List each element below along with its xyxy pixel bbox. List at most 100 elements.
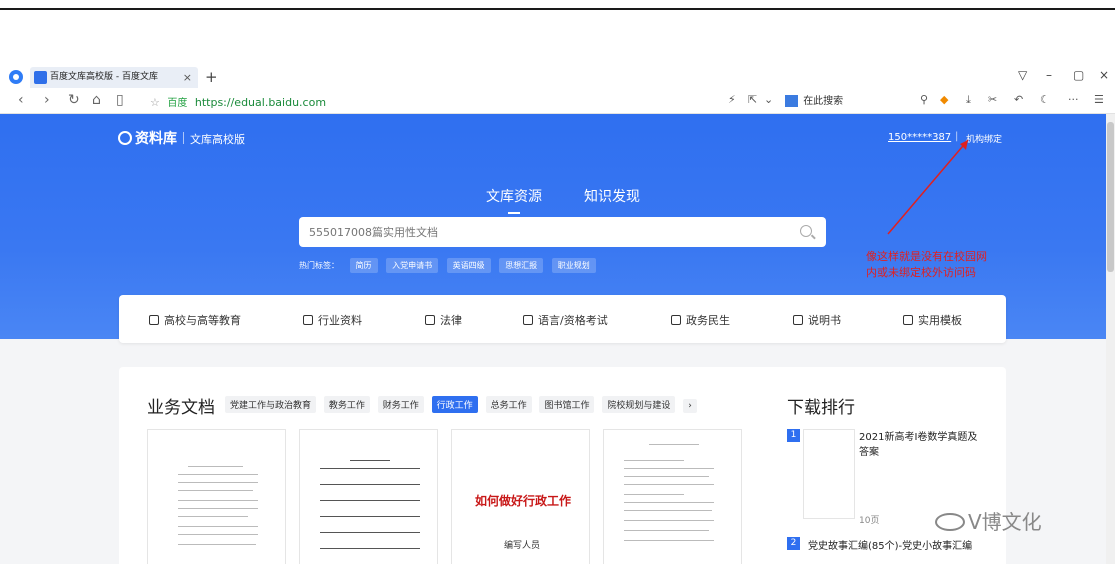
- hot-tag-party-application[interactable]: 入党申请书: [386, 258, 439, 273]
- wechat-icon: [935, 513, 965, 531]
- business-doc-tabs: 党建工作与政治教育 教务工作 财务工作 行政工作 总务工作 图书馆工作 院校规划…: [225, 396, 702, 413]
- hot-tag-career-plan[interactable]: 职业规划: [551, 258, 596, 273]
- industry-icon: [303, 315, 313, 325]
- doc-thumbnail[interactable]: 如何做好行政工作 编写人员: [451, 429, 590, 564]
- share-icon[interactable]: ⇱: [748, 93, 757, 106]
- site-label: 百度: [167, 98, 188, 109]
- education-icon: [149, 315, 159, 325]
- browser-search-box[interactable]: 在此搜索: [785, 92, 843, 107]
- doc-tab-finance[interactable]: 财务工作: [377, 396, 424, 413]
- refresh-icon[interactable]: ↻: [68, 92, 80, 108]
- hot-tags-label: 热门标签：: [299, 261, 339, 270]
- rank-badge: 2: [787, 537, 800, 550]
- watermark-text: V博文化: [968, 510, 1042, 534]
- search-input[interactable]: [299, 217, 779, 247]
- top-border-line: [0, 8, 1115, 10]
- tab-list-icon[interactable]: ▽: [1018, 68, 1027, 82]
- forward-icon[interactable]: ›: [44, 92, 50, 108]
- night-mode-icon[interactable]: ☾: [1040, 93, 1050, 106]
- search-icon[interactable]: ⚲: [920, 93, 928, 106]
- more-icon[interactable]: ···: [1068, 93, 1079, 106]
- scrollbar-thumb[interactable]: [1107, 122, 1114, 272]
- category-label: 实用模板: [918, 314, 962, 327]
- doc-tab-planning[interactable]: 院校规划与建设: [602, 396, 676, 413]
- scrollbar[interactable]: [1106, 114, 1115, 564]
- annotation-arrow: [887, 139, 969, 235]
- search-engine-icon: [785, 95, 798, 107]
- back-icon[interactable]: ‹: [18, 92, 24, 108]
- home-icon[interactable]: ⌂: [92, 92, 101, 108]
- logo-icon: [118, 131, 132, 145]
- government-icon: [671, 315, 681, 325]
- rank-badge: 1: [787, 429, 800, 442]
- category-higher-education[interactable]: 高校与高等教育: [149, 312, 241, 328]
- doc-thumbnail[interactable]: [147, 429, 286, 564]
- business-docs-title: 业务文档: [147, 398, 215, 418]
- watermark: V博文化: [935, 506, 1042, 535]
- doc-thumbnail[interactable]: [299, 429, 438, 564]
- screenshot-icon[interactable]: ✂: [988, 93, 997, 106]
- category-law[interactable]: 法律: [425, 312, 462, 328]
- bookmark-star-icon[interactable]: ☆: [150, 96, 160, 109]
- category-label: 高校与高等教育: [164, 314, 241, 327]
- tab-close-icon[interactable]: ×: [183, 67, 192, 88]
- url-field[interactable]: ☆ 百度 https://edual.baidu.com: [150, 94, 326, 109]
- rank-item-title[interactable]: 2021新高考Ⅰ卷数学真题及答案: [859, 430, 979, 460]
- menu-icon[interactable]: ☰: [1094, 93, 1104, 106]
- browser-tab-strip: 百度文库高校版 - 百度文库 × + ▽ – ▢ ×: [0, 66, 1115, 88]
- annotation-line-2: 内或未绑定校外访问码: [866, 266, 976, 279]
- logo-subtitle: 文库高校版: [190, 133, 245, 146]
- dropdown-icon[interactable]: ⌄: [764, 93, 773, 106]
- logo-divider: [183, 132, 184, 144]
- close-window-button[interactable]: ×: [1099, 68, 1109, 82]
- search-icon[interactable]: [800, 225, 812, 237]
- browser-tab[interactable]: 百度文库高校版 - 百度文库 ×: [30, 67, 198, 88]
- doc-tabs-next-button[interactable]: ›: [683, 399, 697, 413]
- category-bar: 高校与高等教育 行业资料 法律 语言/资格考试 政务民生 说明书 实用模板: [119, 295, 1006, 343]
- download-icon[interactable]: ⤓: [966, 93, 971, 107]
- rank-item-pages: 10页: [859, 516, 880, 526]
- maximize-button[interactable]: ▢: [1073, 68, 1084, 82]
- lightning-icon[interactable]: ⚡: [728, 93, 736, 106]
- exam-icon: [523, 315, 533, 325]
- category-industry[interactable]: 行业资料: [303, 312, 362, 328]
- doc-red-title: 如何做好行政工作: [475, 494, 572, 508]
- doc-tab-library[interactable]: 图书馆工作: [539, 396, 595, 413]
- undo-icon[interactable]: ↶: [1014, 93, 1023, 106]
- tab-library-resources[interactable]: 文库资源: [486, 186, 542, 214]
- hot-tag-cet4[interactable]: 英语四级: [446, 258, 491, 273]
- hot-tag-resume[interactable]: 简历: [349, 258, 378, 273]
- site-logo[interactable]: 资料库 文库高校版: [118, 128, 245, 148]
- category-label: 政务民生: [686, 314, 730, 327]
- browser-logo-icon: [9, 70, 23, 84]
- tab-knowledge-discovery[interactable]: 知识发现: [584, 186, 640, 206]
- doc-tab-academic[interactable]: 教务工作: [323, 396, 370, 413]
- tab-title: 百度文库高校版 - 百度文库: [50, 72, 158, 82]
- manual-icon: [793, 315, 803, 325]
- search-box: [299, 217, 826, 247]
- category-manual[interactable]: 说明书: [793, 312, 841, 328]
- doc-tab-general[interactable]: 总务工作: [485, 396, 532, 413]
- doc-thumbnail[interactable]: [603, 429, 742, 564]
- annotation-line-1: 像这样就是没有在校园网: [866, 250, 987, 263]
- hot-tag-thought-report[interactable]: 思想汇报: [499, 258, 544, 273]
- rank-item-title[interactable]: 党史故事汇编(85个)-党史小故事汇编: [808, 537, 972, 552]
- doc-subtitle: 编写人员: [504, 541, 541, 551]
- doc-tab-admin[interactable]: 行政工作: [431, 396, 478, 413]
- game-icon[interactable]: ◆: [940, 93, 948, 106]
- category-label: 语言/资格考试: [538, 314, 608, 327]
- category-label: 行业资料: [318, 314, 362, 327]
- category-government[interactable]: 政务民生: [671, 312, 730, 328]
- business-docs-card: 业务文档 党建工作与政治教育 教务工作 财务工作 行政工作 总务工作 图书馆工作…: [119, 367, 1006, 564]
- doc-tab-party[interactable]: 党建工作与政治教育: [225, 396, 317, 413]
- reader-icon[interactable]: ▯: [116, 92, 124, 108]
- category-templates[interactable]: 实用模板: [903, 312, 962, 328]
- template-icon: [903, 315, 913, 325]
- rank-thumbnail[interactable]: [803, 429, 855, 519]
- new-tab-button[interactable]: +: [205, 66, 218, 88]
- baidu-favicon-icon: [34, 71, 47, 84]
- page-content: 资料库文库高校版 150*****387 | 机构绑定 文库资源 知识发现 热门…: [0, 114, 1106, 564]
- category-language-exam[interactable]: 语言/资格考试: [523, 312, 608, 328]
- logo-text: 资料库: [135, 131, 177, 147]
- minimize-button[interactable]: –: [1046, 68, 1052, 82]
